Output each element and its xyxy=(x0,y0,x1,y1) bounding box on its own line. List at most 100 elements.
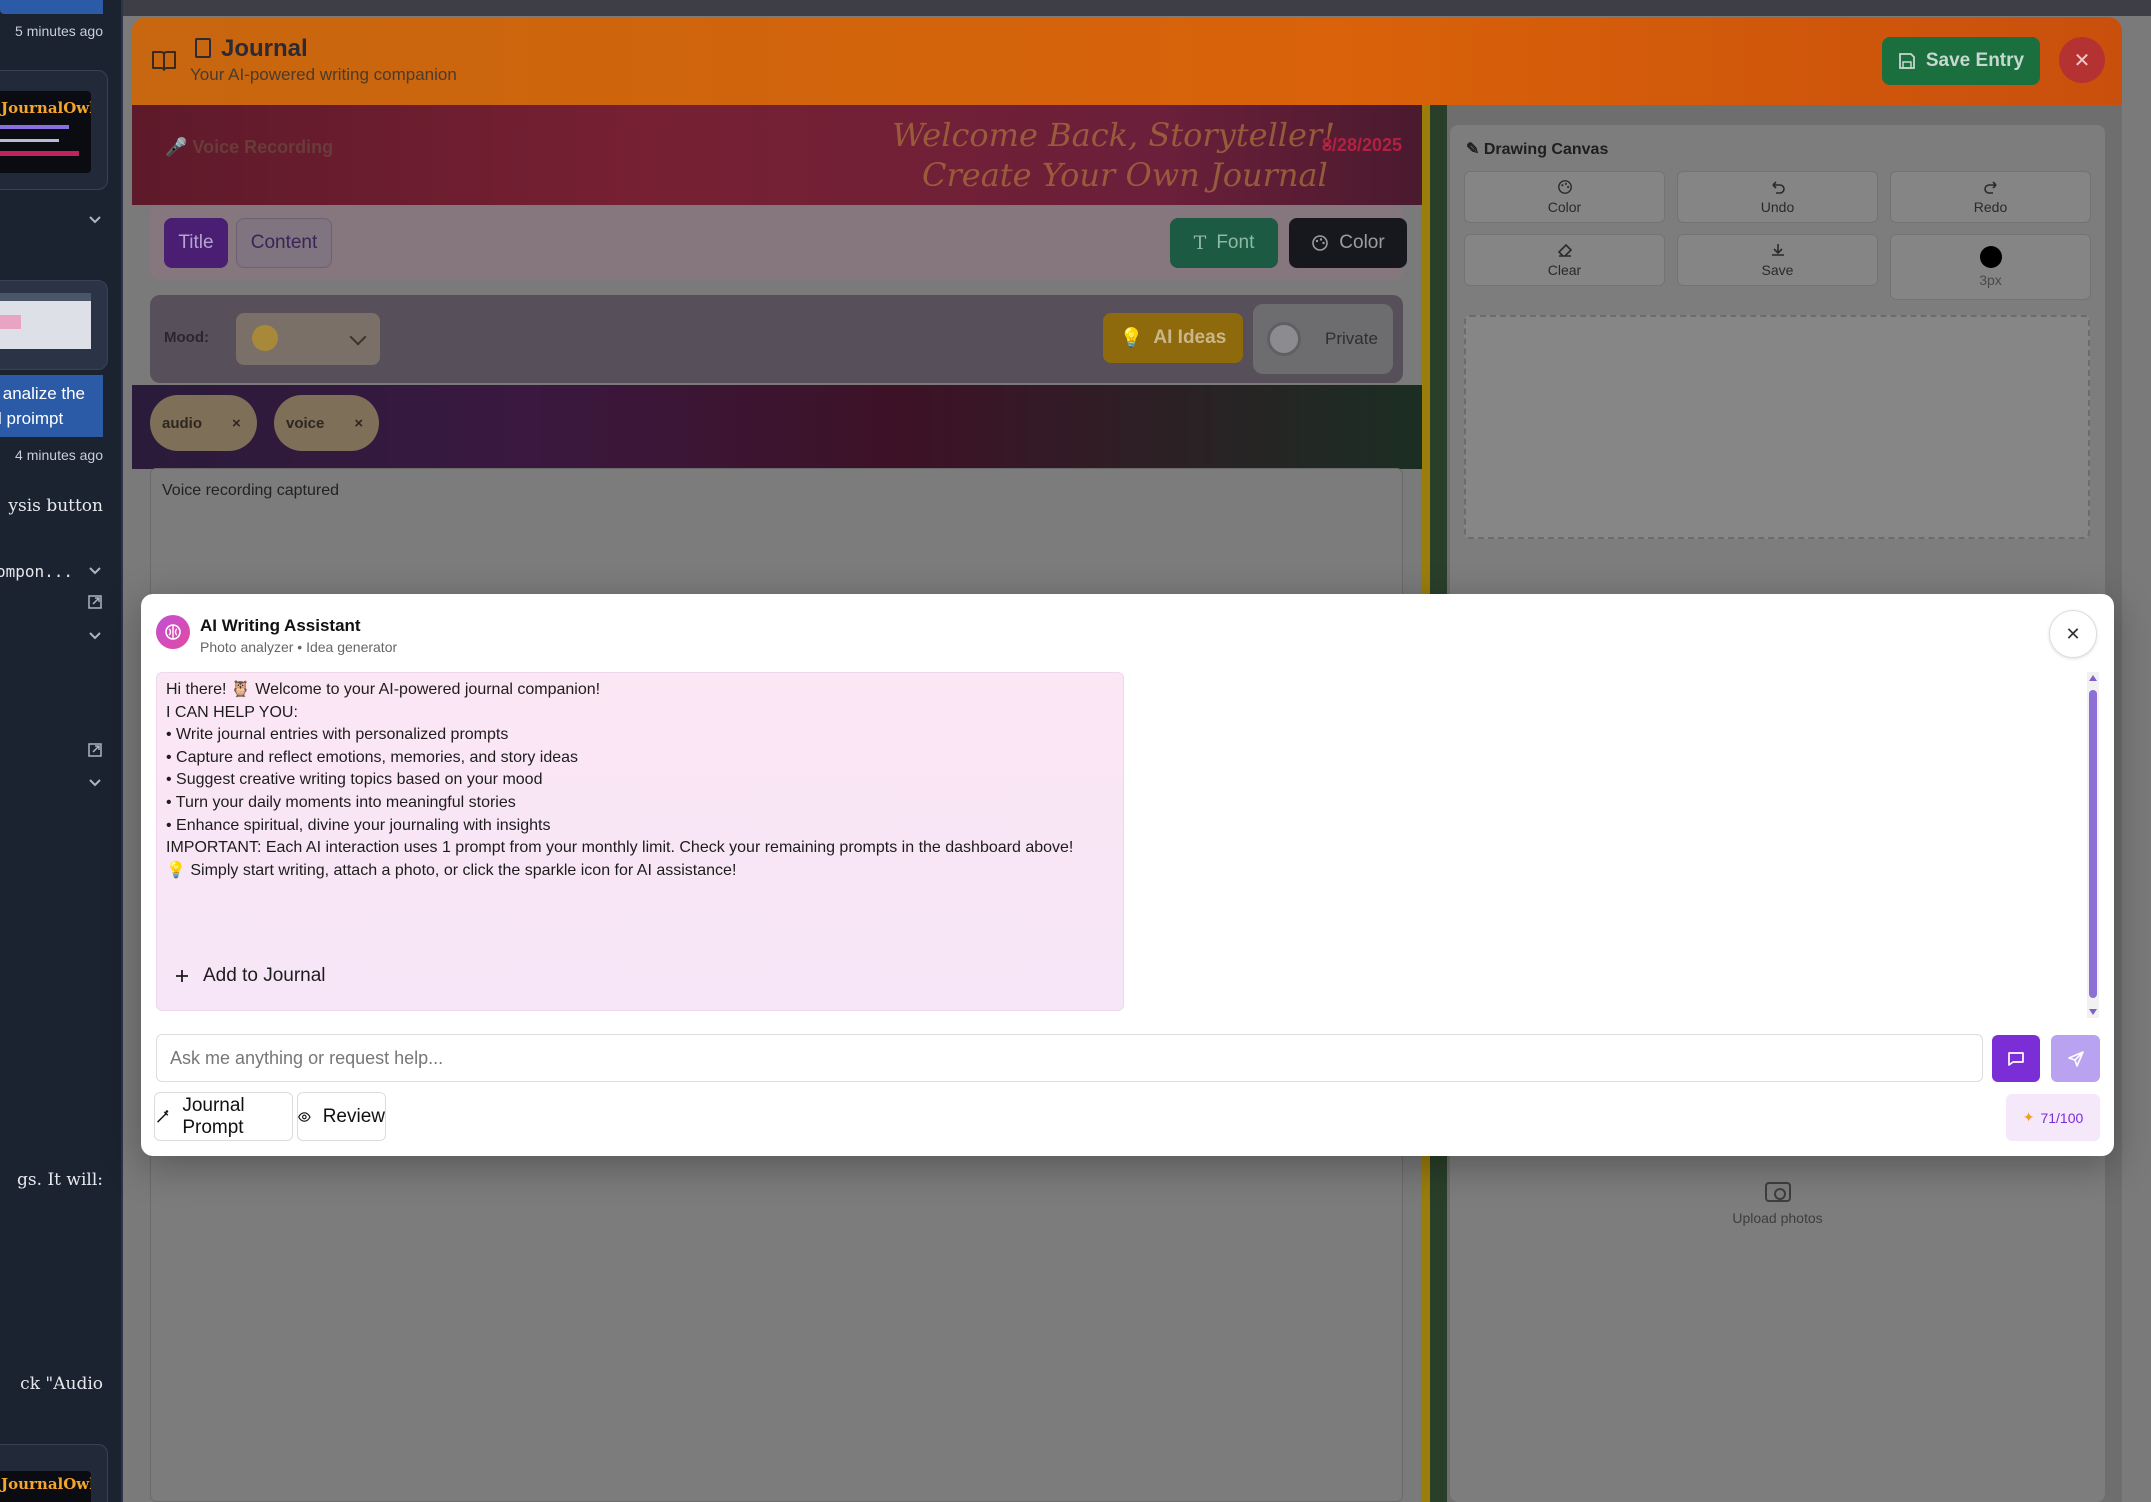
banner-decorative-text: Welcome Back, Storyteller! Create Your O… xyxy=(892,116,1336,194)
underlying-app-header xyxy=(123,0,2151,16)
review-button[interactable]: Review xyxy=(297,1092,386,1141)
plus-icon xyxy=(176,970,188,983)
scrollbar-thumb[interactable] xyxy=(2089,690,2097,998)
canvas-save-button[interactable]: Save xyxy=(1677,234,1878,286)
drawing-canvas-title: ✎ Drawing Canvas xyxy=(1466,141,1609,158)
sparkle-icon: ✦ xyxy=(2022,1109,2035,1125)
assistant-text-fragment: ck "Audio xyxy=(20,1374,103,1394)
camera-icon xyxy=(1764,1182,1791,1202)
tab-title[interactable]: Title xyxy=(164,218,228,268)
assistant-message: Hi there! 🦉 Welcome to your AI-powered j… xyxy=(156,672,1124,1011)
code-reference: /compon... xyxy=(0,562,73,581)
chat-message-bubble xyxy=(0,0,103,14)
color-button[interactable]: Color xyxy=(1289,218,1407,268)
mood-select[interactable] xyxy=(236,313,380,365)
chevron-down-icon[interactable] xyxy=(87,774,103,790)
microphone-icon: 🎤 xyxy=(165,137,193,157)
chat-button[interactable] xyxy=(1992,1035,2040,1082)
upload-photos-button[interactable]: Upload photos xyxy=(1450,1182,2105,1226)
smiley-emoji-icon xyxy=(252,325,278,351)
pencil-icon: ✎ xyxy=(1466,141,1484,158)
entry-date: 8/28/2025 xyxy=(1321,135,1402,155)
close-icon: ✕ xyxy=(2065,623,2081,644)
scroll-up-icon[interactable] xyxy=(2089,675,2097,681)
screenshot-thumbnail[interactable] xyxy=(0,293,91,349)
ai-assistant-dialog: AI Writing Assistant Photo analyzer • Id… xyxy=(141,594,2114,1156)
remove-tag-icon[interactable]: × xyxy=(232,415,241,432)
close-icon: ✕ xyxy=(2073,49,2091,72)
thumbnail-logo: JournalOwl xyxy=(1,99,91,117)
download-icon xyxy=(1771,244,1784,256)
tab-content[interactable]: Content xyxy=(236,218,332,268)
journal-banner: Welcome Back, Storyteller! Create Your O… xyxy=(132,105,1422,205)
attachment-card[interactable]: JournalOwl xyxy=(0,1444,108,1502)
ai-ideas-button[interactable]: 💡 AI Ideas xyxy=(1103,313,1243,363)
mood-bar: Mood: 💡 AI Ideas Private xyxy=(150,295,1403,383)
remove-tag-icon[interactable]: × xyxy=(354,415,363,432)
journal-prompt-button[interactable]: Journal Prompt xyxy=(154,1092,293,1141)
chevron-down-icon[interactable] xyxy=(87,211,103,227)
assistant-text-fragment: ysis button xyxy=(8,496,103,516)
screenshot-thumbnail[interactable]: JournalOwl xyxy=(0,1471,91,1502)
screenshot-thumbnail[interactable]: JournalOwl xyxy=(0,91,91,173)
assistant-name: AI Writing Assistant xyxy=(200,616,361,635)
attachment-card[interactable] xyxy=(0,280,108,370)
journal-header: Journal Your AI-powered writing companio… xyxy=(132,17,2122,105)
prompt-usage-badge: ✦ 71/100 xyxy=(2006,1094,2100,1141)
sidebar-divider xyxy=(121,0,123,1502)
toggle-knob xyxy=(1267,322,1301,356)
magic-wand-icon xyxy=(157,1109,169,1123)
content-text: Voice recording captured xyxy=(162,482,339,499)
type-icon: T xyxy=(1193,232,1207,254)
assistant-input[interactable] xyxy=(156,1034,1983,1082)
canvas-clear-button[interactable]: Clear xyxy=(1464,234,1665,286)
tag-chip: audio × xyxy=(150,395,257,451)
eraser-icon xyxy=(1557,243,1572,257)
open-file-icon[interactable] xyxy=(87,594,103,610)
private-toggle[interactable]: Private xyxy=(1253,304,1393,374)
close-journal-button[interactable]: ✕ xyxy=(2059,37,2105,83)
send-button[interactable] xyxy=(2051,1035,2100,1082)
canvas-undo-button[interactable]: Undo xyxy=(1677,171,1878,223)
assistant-avatar xyxy=(156,615,190,649)
brain-icon xyxy=(165,624,181,640)
palette-icon xyxy=(1312,235,1329,251)
chevron-down-icon xyxy=(349,328,367,346)
scrollbar[interactable] xyxy=(2087,672,2099,1018)
canvas-color-button[interactable]: Color xyxy=(1464,171,1665,223)
chevron-down-icon[interactable] xyxy=(87,562,103,578)
tag-chip: voice × xyxy=(274,395,380,451)
document-icon xyxy=(195,38,211,58)
journal-title: Journal xyxy=(195,35,308,63)
message-timestamp: 5 minutes ago xyxy=(15,23,103,39)
assistant-text-fragment: gs. It will: xyxy=(17,1170,103,1190)
canvas-redo-button[interactable]: Redo xyxy=(1890,171,2091,223)
close-assistant-button[interactable]: ✕ xyxy=(2049,610,2097,658)
assistant-subtitle: Photo analyzer • Idea generator xyxy=(200,639,398,655)
drawing-canvas[interactable] xyxy=(1464,315,2090,539)
save-entry-button[interactable]: Save Entry xyxy=(1882,37,2040,85)
lightbulb-icon: 💡 xyxy=(1119,328,1144,349)
send-icon xyxy=(2067,1050,2084,1067)
palette-icon xyxy=(1557,180,1572,194)
journal-subtitle: Your AI-powered writing companion xyxy=(190,65,457,84)
thumbnail-logo: JournalOwl xyxy=(1,1475,91,1493)
redo-icon xyxy=(1983,181,1997,194)
chat-sidebar: 5 minutes ago JournalOwl n analize the a… xyxy=(0,0,123,1502)
scroll-down-icon[interactable] xyxy=(2089,1009,2097,1015)
attachment-card[interactable]: JournalOwl xyxy=(0,70,108,190)
brush-preview xyxy=(1979,246,2002,268)
font-button[interactable]: T Font xyxy=(1170,218,1278,268)
open-file-icon[interactable] xyxy=(87,742,103,758)
save-icon xyxy=(1898,53,1915,69)
brush-size-control[interactable]: 3px xyxy=(1890,234,2091,300)
mood-label: Mood: xyxy=(164,329,209,346)
chevron-down-icon[interactable] xyxy=(87,627,103,643)
undo-icon xyxy=(1771,181,1785,194)
editor-toolbar: Title Content T Font Color xyxy=(150,205,1407,280)
voice-recording-label: 🎤 Voice Recording xyxy=(165,137,334,157)
user-message: n analize the al proimpt xyxy=(0,375,103,437)
add-to-journal-button[interactable]: Add to Journal xyxy=(175,965,326,988)
message-timestamp: 4 minutes ago xyxy=(15,447,103,463)
message-square-icon xyxy=(2008,1051,2024,1066)
